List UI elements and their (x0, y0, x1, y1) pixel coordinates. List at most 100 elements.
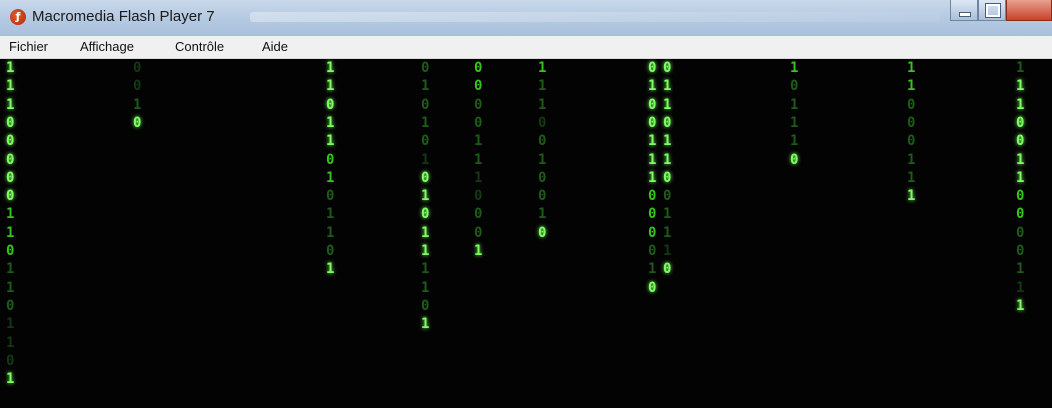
rain-digit: 1 (421, 78, 430, 95)
rain-digit: 0 (474, 78, 483, 95)
rain-digit: 1 (663, 96, 672, 113)
rain-digit: 1 (326, 114, 335, 131)
rain-digit: 1 (790, 133, 799, 150)
rain-digit: 0 (907, 133, 916, 150)
rain-digit: 1 (648, 169, 657, 186)
rain-digit: 0 (1016, 243, 1025, 259)
rain-digit: 0 (6, 133, 15, 150)
rain-digit: 1 (790, 114, 799, 131)
minimize-button[interactable] (950, 0, 978, 21)
title-bar-gloss (250, 12, 940, 22)
rain-digit: 0 (648, 243, 657, 259)
rain-digit: 0 (421, 169, 430, 186)
rain-digit: 1 (6, 96, 15, 113)
rain-digit: 0 (538, 169, 547, 186)
rain-digit: 0 (648, 224, 657, 241)
rain-digit: 0 (538, 133, 547, 150)
rain-digit: 0 (648, 206, 657, 223)
rain-digit: 0 (1016, 224, 1025, 241)
rain-digit: 1 (474, 133, 483, 150)
rain-digit: 1 (1016, 60, 1025, 76)
rain-digit: 1 (1016, 78, 1025, 95)
rain-digit: 1 (421, 188, 430, 205)
rain-digit: 0 (790, 78, 799, 95)
rain-digit: 1 (663, 151, 672, 168)
rain-digit: 1 (421, 114, 430, 131)
rain-digit: 0 (474, 114, 483, 131)
rain-digit: 1 (907, 151, 916, 168)
rain-digit: 1 (790, 96, 799, 113)
rain-digit: 0 (474, 206, 483, 223)
rain-digit: 0 (6, 169, 15, 186)
menu-affichage[interactable]: Affichage (80, 39, 134, 54)
rain-digit: 1 (474, 151, 483, 168)
rain-digit: 0 (1016, 114, 1025, 131)
rain-digit: 0 (421, 96, 430, 113)
rain-digit: 0 (6, 188, 15, 205)
rain-digit: 1 (421, 224, 430, 241)
rain-digit: 1 (326, 78, 335, 95)
rain-digit: 0 (133, 78, 142, 95)
rain-digit: 1 (663, 243, 672, 259)
rain-digit: 1 (326, 60, 335, 76)
rain-digit: 1 (907, 78, 916, 95)
rain-digit: 0 (663, 261, 672, 278)
menu-aide[interactable]: Aide (262, 39, 288, 54)
title-bar[interactable]: ƒ Macromedia Flash Player 7 (0, 0, 1052, 37)
rain-digit: 1 (326, 133, 335, 150)
rain-digit: 0 (326, 243, 335, 259)
rain-digit: 1 (6, 78, 15, 95)
flash-player-icon: ƒ (10, 9, 26, 25)
menu-fichier[interactable]: Fichier (9, 39, 48, 54)
rain-digit: 1 (1016, 279, 1025, 296)
rain-digit: 1 (663, 224, 672, 241)
menu-bar: Fichier Affichage Contrôle Aide (0, 36, 1052, 59)
rain-digit: 1 (421, 261, 430, 278)
rain-digit: 0 (474, 96, 483, 113)
rain-digit: 0 (474, 224, 483, 241)
rain-digit: 1 (6, 371, 15, 388)
rain-digit: 0 (133, 114, 142, 131)
rain-digit: 1 (6, 224, 15, 241)
rain-digit: 0 (663, 60, 672, 76)
rain-digit: 1 (326, 224, 335, 241)
rain-digit: 0 (907, 114, 916, 131)
rain-digit: 1 (421, 316, 430, 333)
rain-digit: 0 (421, 206, 430, 223)
maximize-button[interactable] (978, 0, 1006, 21)
window-title: Macromedia Flash Player 7 (32, 8, 215, 25)
rain-digit: 1 (907, 169, 916, 186)
rain-digit: 1 (648, 261, 657, 278)
rain-digit: 1 (133, 96, 142, 113)
window-controls (950, 0, 1052, 22)
rain-digit: 1 (663, 206, 672, 223)
rain-digit: 0 (648, 188, 657, 205)
rain-digit: 1 (663, 78, 672, 95)
rain-digit: 1 (6, 261, 15, 278)
rain-digit: 0 (648, 279, 657, 296)
rain-digit: 0 (1016, 188, 1025, 205)
rain-digit: 0 (6, 352, 15, 369)
close-button[interactable] (1006, 0, 1052, 21)
rain-digit: 1 (648, 78, 657, 95)
rain-digit: 0 (6, 243, 15, 259)
rain-digit: 1 (538, 60, 547, 76)
rain-digit: 0 (790, 151, 799, 168)
rain-digit: 0 (648, 114, 657, 131)
flash-player-window: ƒ Macromedia Flash Player 7 Fichier Affi… (0, 0, 1052, 408)
rain-digit: 1 (790, 60, 799, 76)
rain-digit: 0 (538, 224, 547, 241)
rain-digit: 0 (648, 96, 657, 113)
rain-digit: 1 (907, 188, 916, 205)
rain-digit: 0 (538, 188, 547, 205)
rain-digit: 0 (6, 151, 15, 168)
rain-digit: 1 (6, 279, 15, 296)
rain-digit: 1 (474, 243, 483, 259)
rain-digit: 0 (663, 169, 672, 186)
rain-digit: 1 (421, 151, 430, 168)
rain-digit: 0 (474, 188, 483, 205)
rain-digit: 1 (6, 316, 15, 333)
rain-digit: 1 (421, 279, 430, 296)
menu-controle[interactable]: Contrôle (175, 39, 224, 54)
flash-stage[interactable]: 1110000011011011010010110110101101010101… (0, 59, 1052, 408)
